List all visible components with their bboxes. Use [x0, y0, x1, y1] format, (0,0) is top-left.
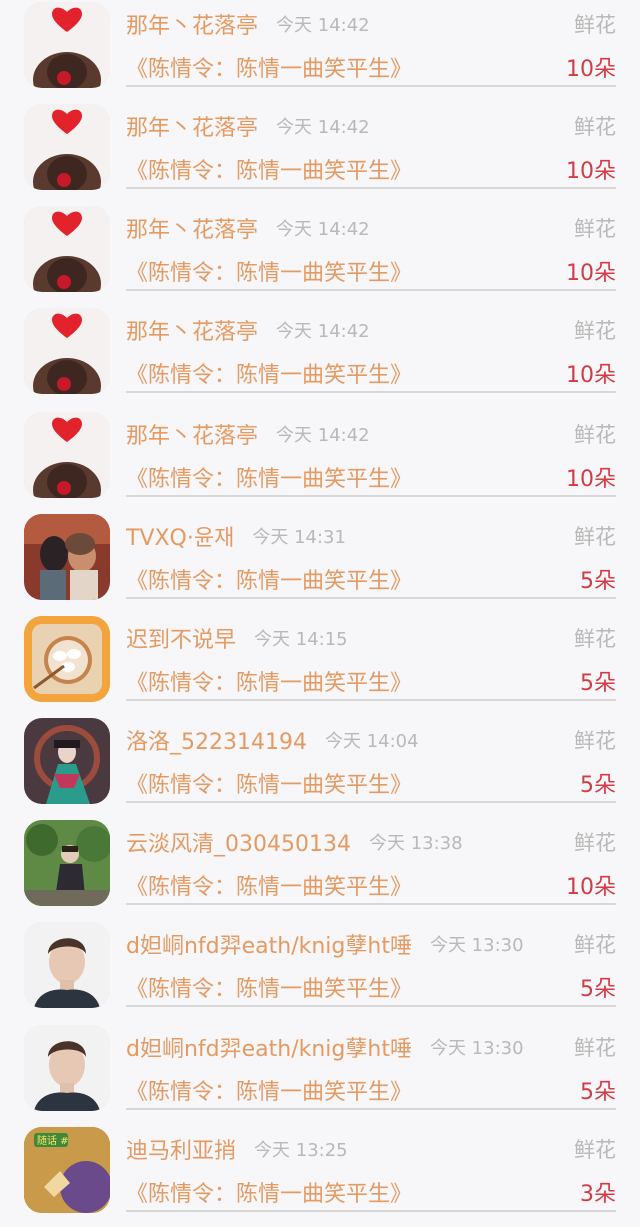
divider	[126, 391, 616, 393]
timestamp: 今天 13:25	[254, 1140, 348, 1161]
timestamp: 今天 13:38	[368, 833, 463, 854]
flower-count: 3朵	[580, 1182, 616, 1207]
drama-title[interactable]: 《陈情令：陈情一曲笑平生》	[126, 51, 412, 83]
list-item[interactable]: TVXQ·윤재 今天 14:31 鲜花 《陈情令：陈情一曲笑平生》 5朵	[0, 512, 640, 614]
list-item[interactable]: 那年丶花落亭 今天 14:42 鲜花 《陈情令：陈情一曲笑平生》 10朵	[0, 0, 640, 102]
timestamp: 今天 14:42	[276, 15, 370, 36]
list-item[interactable]: d妲峒nfd羿eath/knig孽ht唾 今天 13:30 鲜花 《陈情令：陈情…	[0, 920, 640, 1022]
list-item[interactable]: 那年丶花落亭 今天 14:42 鲜花 《陈情令：陈情一曲笑平生》 10朵	[0, 306, 640, 408]
gift-type: 鲜花	[574, 1138, 616, 1162]
gift-type: 鲜花	[574, 319, 616, 343]
heart-girl-avatar[interactable]	[24, 206, 110, 292]
username[interactable]: 那年丶花落亭	[126, 418, 258, 450]
divider	[126, 495, 616, 497]
gift-type: 鲜花	[574, 1036, 616, 1060]
timestamp: 今天 14:31	[252, 527, 346, 548]
couple-avatar[interactable]	[24, 514, 110, 600]
username[interactable]: d妲峒nfd羿eath/knig孽ht唾	[126, 928, 412, 960]
timestamp: 今天 14:42	[276, 219, 370, 240]
divider	[126, 699, 616, 701]
drama-title[interactable]: 《陈情令：陈情一曲笑平生》	[126, 563, 412, 595]
flower-count: 10朵	[566, 875, 616, 900]
divider	[126, 597, 616, 599]
divider	[126, 289, 616, 291]
divider	[126, 1108, 616, 1110]
divider	[126, 187, 616, 189]
divider	[126, 1210, 616, 1212]
list-item[interactable]: d妲峒nfd羿eath/knig孽ht唾 今天 13:30 鲜花 《陈情令：陈情…	[0, 1023, 640, 1125]
drama-title[interactable]: 《陈情令：陈情一曲笑平生》	[126, 255, 412, 287]
timestamp: 今天 14:15	[254, 629, 348, 650]
gift-type: 鲜花	[574, 217, 616, 241]
timestamp: 今天 13:30	[429, 1038, 524, 1059]
gift-type: 鲜花	[574, 729, 616, 753]
gift-type: 鲜花	[574, 423, 616, 447]
username[interactable]: 那年丶花落亭	[126, 314, 258, 346]
gift-type: 鲜花	[574, 831, 616, 855]
heart-girl-avatar[interactable]	[24, 2, 110, 88]
gift-type: 鲜花	[574, 115, 616, 139]
list-item[interactable]: 那年丶花落亭 今天 14:42 鲜花 《陈情令：陈情一曲笑平生》 10朵	[0, 410, 640, 512]
list-item[interactable]: 那年丶花落亭 今天 14:42 鲜花 《陈情令：陈情一曲笑平生》 10朵	[0, 102, 640, 204]
drama-title[interactable]: 《陈情令：陈情一曲笑平生》	[126, 153, 412, 185]
username[interactable]: 那年丶花落亭	[126, 110, 258, 142]
dumplings-avatar[interactable]	[24, 616, 110, 702]
drama-title[interactable]: 《陈情令：陈情一曲笑平生》	[126, 767, 412, 799]
list-item[interactable]: 那年丶花落亭 今天 14:42 鲜花 《陈情令：陈情一曲笑平生》 10朵	[0, 204, 640, 306]
young-man-avatar[interactable]	[24, 922, 110, 1008]
avatar-sticker-text: 随话 #	[37, 1134, 69, 1147]
garden-avatar[interactable]	[24, 820, 110, 906]
username[interactable]: 那年丶花落亭	[126, 212, 258, 244]
timestamp: 今天 14:42	[276, 321, 370, 342]
drama-title[interactable]: 《陈情令：陈情一曲笑平生》	[126, 461, 412, 493]
divider	[126, 1005, 616, 1007]
drama-title[interactable]: 《陈情令：陈情一曲笑平生》	[126, 357, 412, 389]
heart-girl-avatar[interactable]	[24, 412, 110, 498]
gift-type: 鲜花	[574, 525, 616, 549]
flower-gift-list: 那年丶花落亭 今天 14:42 鲜花 《陈情令：陈情一曲笑平生》 10朵 那年丶…	[0, 0, 640, 1213]
costume-avatar[interactable]	[24, 718, 110, 804]
drama-title[interactable]: 《陈情令：陈情一曲笑平生》	[126, 869, 412, 901]
flower-count: 5朵	[580, 773, 616, 798]
drama-title[interactable]: 《陈情令：陈情一曲笑平生》	[126, 1074, 412, 1106]
flower-count: 5朵	[580, 1080, 616, 1105]
drama-title[interactable]: 《陈情令：陈情一曲笑平生》	[126, 665, 412, 697]
gift-type: 鲜花	[574, 13, 616, 37]
timestamp: 今天 13:30	[429, 935, 524, 956]
flower-count: 5朵	[580, 671, 616, 696]
list-item[interactable]: 洛洛_522314194 今天 14:04 鲜花 《陈情令：陈情一曲笑平生》 5…	[0, 716, 640, 818]
username[interactable]: 那年丶花落亭	[126, 8, 258, 40]
gift-type: 鲜花	[574, 627, 616, 651]
divider	[126, 85, 616, 87]
username[interactable]: 迪马利亚捎	[126, 1133, 236, 1165]
flower-count: 5朵	[580, 569, 616, 594]
drama-title[interactable]: 《陈情令：陈情一曲笑平生》	[126, 1176, 412, 1208]
young-man-avatar[interactable]	[24, 1025, 110, 1111]
list-item[interactable]: 随话 # 迪马利亚捎 今天 13:25 鲜花 《陈情令：陈情一曲笑平生》 3朵	[0, 1125, 640, 1227]
divider	[126, 801, 616, 803]
timestamp: 今天 14:42	[276, 117, 370, 138]
sticker-avatar[interactable]: 随话 #	[24, 1127, 110, 1213]
heart-girl-avatar[interactable]	[24, 104, 110, 190]
username[interactable]: d妲峒nfd羿eath/knig孽ht唾	[126, 1031, 412, 1063]
heart-girl-avatar[interactable]	[24, 308, 110, 394]
flower-count: 10朵	[566, 467, 616, 492]
drama-title[interactable]: 《陈情令：陈情一曲笑平生》	[126, 971, 412, 1003]
username[interactable]: 洛洛_522314194	[126, 724, 307, 756]
flower-count: 10朵	[566, 159, 616, 184]
timestamp: 今天 14:42	[276, 425, 370, 446]
gift-type: 鲜花	[574, 933, 616, 957]
list-item[interactable]: 迟到不说早 今天 14:15 鲜花 《陈情令：陈情一曲笑平生》 5朵	[0, 614, 640, 716]
username[interactable]: TVXQ·윤재	[126, 520, 234, 552]
divider	[126, 903, 616, 905]
list-item[interactable]: 云淡风清_030450134 今天 13:38 鲜花 《陈情令：陈情一曲笑平生》…	[0, 818, 640, 920]
username[interactable]: 迟到不说早	[126, 622, 236, 654]
flower-count: 10朵	[566, 261, 616, 286]
timestamp: 今天 14:04	[324, 731, 419, 752]
username[interactable]: 云淡风清_030450134	[126, 826, 351, 858]
flower-count: 10朵	[566, 57, 616, 82]
flower-count: 5朵	[580, 977, 616, 1002]
flower-count: 10朵	[566, 363, 616, 388]
